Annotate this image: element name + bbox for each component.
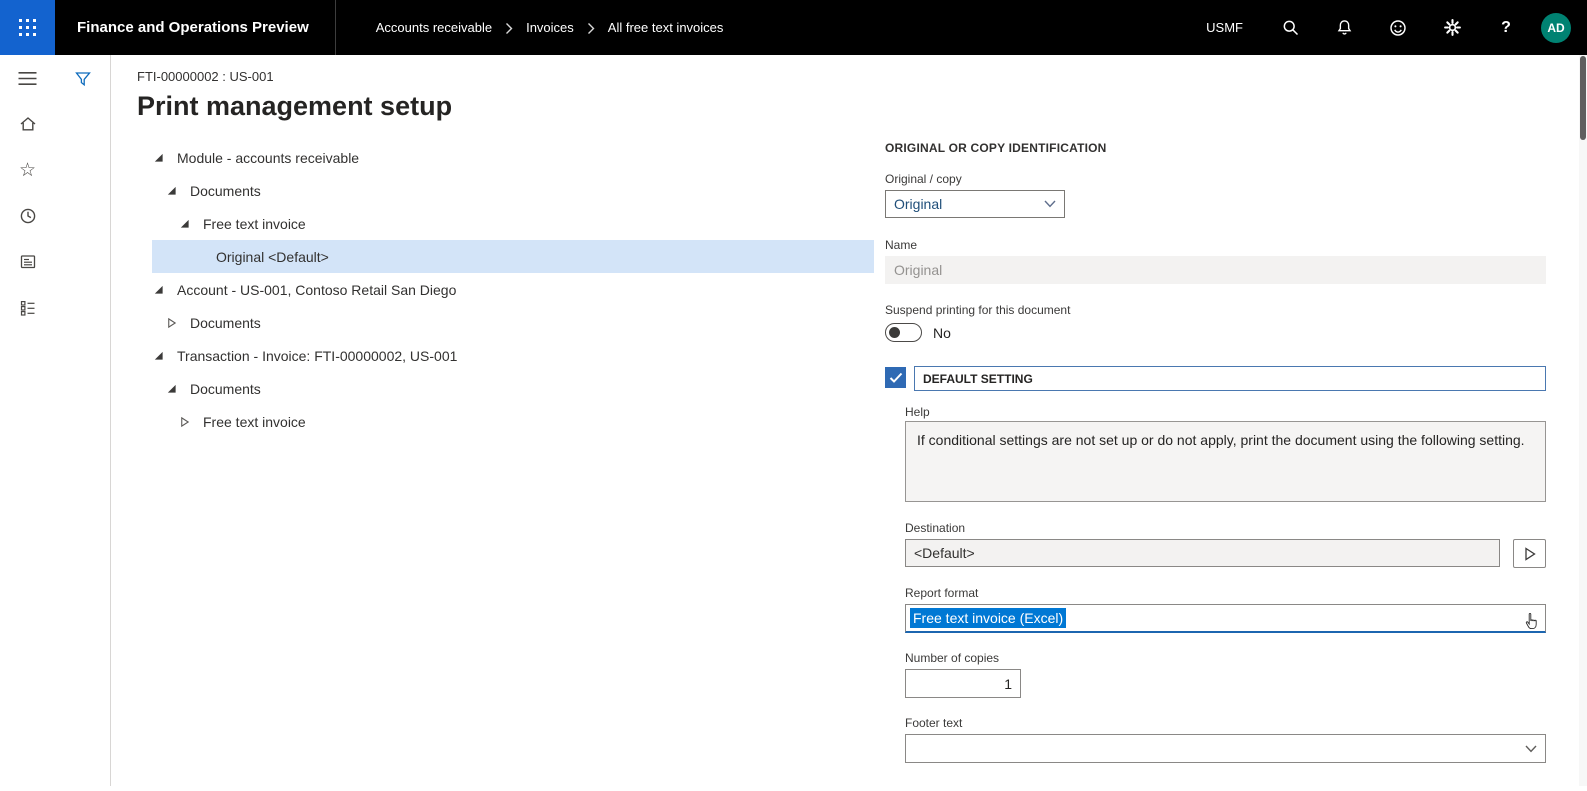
toggle-knob <box>889 327 900 338</box>
destination-label: Destination <box>905 521 965 535</box>
tree-item[interactable]: Documents <box>152 372 874 405</box>
company-picker[interactable]: USMF <box>1186 20 1263 35</box>
tree-item-label: Module - accounts receivable <box>177 150 359 166</box>
original-copy-label: Original / copy <box>885 172 962 186</box>
caret-expanded-icon[interactable] <box>178 217 191 230</box>
tree-item-selected[interactable]: Original <Default> <box>152 240 874 273</box>
tree-item[interactable]: Documents <box>152 306 874 339</box>
name-label: Name <box>885 238 917 252</box>
number-of-copies-label: Number of copies <box>905 651 999 665</box>
report-format-input[interactable]: Free text invoice (Excel) <box>905 604 1546 633</box>
app-launcher-button[interactable] <box>0 0 55 55</box>
modules-list-icon[interactable] <box>0 285 55 331</box>
caret-expanded-icon[interactable] <box>152 151 165 164</box>
tree-item[interactable]: Transaction - Invoice: FTI-00000002, US-… <box>152 339 874 372</box>
chevron-down-icon <box>1044 200 1056 208</box>
breadcrumb: Accounts receivable Invoices All free te… <box>376 20 724 35</box>
app-title[interactable]: Finance and Operations Preview <box>55 0 336 55</box>
destination-value: <Default> <box>914 545 975 561</box>
notifications-bell-icon[interactable] <box>1317 0 1371 55</box>
star-glyph: ☆ <box>19 161 36 180</box>
feedback-smiley-icon[interactable] <box>1371 0 1425 55</box>
caret-expanded-icon[interactable] <box>165 184 178 197</box>
form-icon[interactable] <box>0 239 55 285</box>
footer-text-label: Footer text <box>905 716 962 730</box>
search-icon[interactable] <box>1263 0 1317 55</box>
suspend-label: Suspend printing for this document <box>885 303 1070 317</box>
default-setting-checkbox[interactable] <box>885 367 906 388</box>
help-question-glyph: ? <box>1501 19 1511 37</box>
name-input[interactable] <box>885 256 1546 284</box>
footer-text-select[interactable] <box>905 734 1546 763</box>
caret-expanded-icon[interactable] <box>152 349 165 362</box>
tree-item-label: Original <Default> <box>216 249 329 265</box>
scrollbar-thumb[interactable] <box>1580 56 1586 140</box>
home-icon[interactable] <box>0 101 55 147</box>
breadcrumb-item-page-group[interactable]: Invoices <box>526 20 574 35</box>
breadcrumb-item-page[interactable]: All free text invoices <box>608 20 724 35</box>
page-title: Print management setup <box>137 91 452 122</box>
filter-pane-rail <box>55 55 111 786</box>
tree-item-label: Documents <box>190 315 261 331</box>
suspend-toggle[interactable] <box>885 323 922 342</box>
vertical-scrollbar[interactable] <box>1579 55 1587 786</box>
section-title: ORIGINAL OR COPY IDENTIFICATION <box>885 141 1107 155</box>
suspend-toggle-value: No <box>933 325 951 341</box>
destination-input[interactable]: <Default> <box>905 539 1500 567</box>
filter-funnel-icon[interactable] <box>55 58 110 100</box>
chevron-right-icon <box>505 22 513 35</box>
caret-expanded-icon[interactable] <box>165 382 178 395</box>
chevron-down-icon <box>1525 745 1537 753</box>
tree-item[interactable]: Documents <box>152 174 874 207</box>
tree-item-label: Documents <box>190 381 261 397</box>
caret-collapsed-icon[interactable] <box>178 415 191 428</box>
report-format-selected-text: Free text invoice (Excel) <box>910 608 1066 628</box>
play-arrow-icon <box>1524 547 1536 561</box>
tree-item[interactable]: Account - US-001, Contoso Retail San Die… <box>152 273 874 306</box>
caret-expanded-icon[interactable] <box>152 283 165 296</box>
recent-clock-icon[interactable] <box>0 193 55 239</box>
top-bar: Finance and Operations Preview Accounts … <box>0 0 1587 55</box>
top-bar-actions: USMF ? AD <box>1186 0 1587 55</box>
tree-item-label: Transaction - Invoice: FTI-00000002, US-… <box>177 348 457 364</box>
tree-item[interactable]: Free text invoice <box>152 405 874 438</box>
print-management-tree: Module - accounts receivable Documents F… <box>152 141 874 438</box>
help-text-box: If conditional settings are not set up o… <box>905 421 1546 502</box>
original-copy-value: Original <box>894 196 942 212</box>
number-of-copies-input[interactable] <box>905 669 1021 698</box>
help-label: Help <box>905 405 930 419</box>
checkmark-icon <box>889 372 903 384</box>
report-format-label: Report format <box>905 586 978 600</box>
main-content: FTI-00000002 : US-001 Print management s… <box>112 55 1579 786</box>
print-settings-panel: ORIGINAL OR COPY IDENTIFICATION Original… <box>885 141 1546 791</box>
tree-item-label: Free text invoice <box>203 216 306 232</box>
tree-item-label: Account - US-001, Contoso Retail San Die… <box>177 282 456 298</box>
tree-item-label: Free text invoice <box>203 414 306 430</box>
menu-icon[interactable] <box>0 55 55 101</box>
avatar[interactable]: AD <box>1541 13 1571 43</box>
destination-settings-button[interactable] <box>1513 539 1546 568</box>
original-copy-select[interactable]: Original <box>885 190 1065 218</box>
tree-item-label: Documents <box>190 183 261 199</box>
help-icon[interactable]: ? <box>1479 0 1533 55</box>
record-id: FTI-00000002 : US-001 <box>137 69 274 84</box>
waffle-icon <box>19 19 36 36</box>
favorites-star-icon[interactable]: ☆ <box>0 147 55 193</box>
left-nav-rail: ☆ <box>0 55 55 786</box>
tree-item[interactable]: Free text invoice <box>152 207 874 240</box>
caret-collapsed-icon[interactable] <box>165 316 178 329</box>
tree-item[interactable]: Module - accounts receivable <box>152 141 874 174</box>
suspend-toggle-group: No <box>885 323 951 342</box>
chevron-right-icon <box>587 22 595 35</box>
breadcrumb-item-module[interactable]: Accounts receivable <box>376 20 492 35</box>
default-setting-header[interactable]: DEFAULT SETTING <box>914 366 1546 391</box>
settings-gear-icon[interactable] <box>1425 0 1479 55</box>
